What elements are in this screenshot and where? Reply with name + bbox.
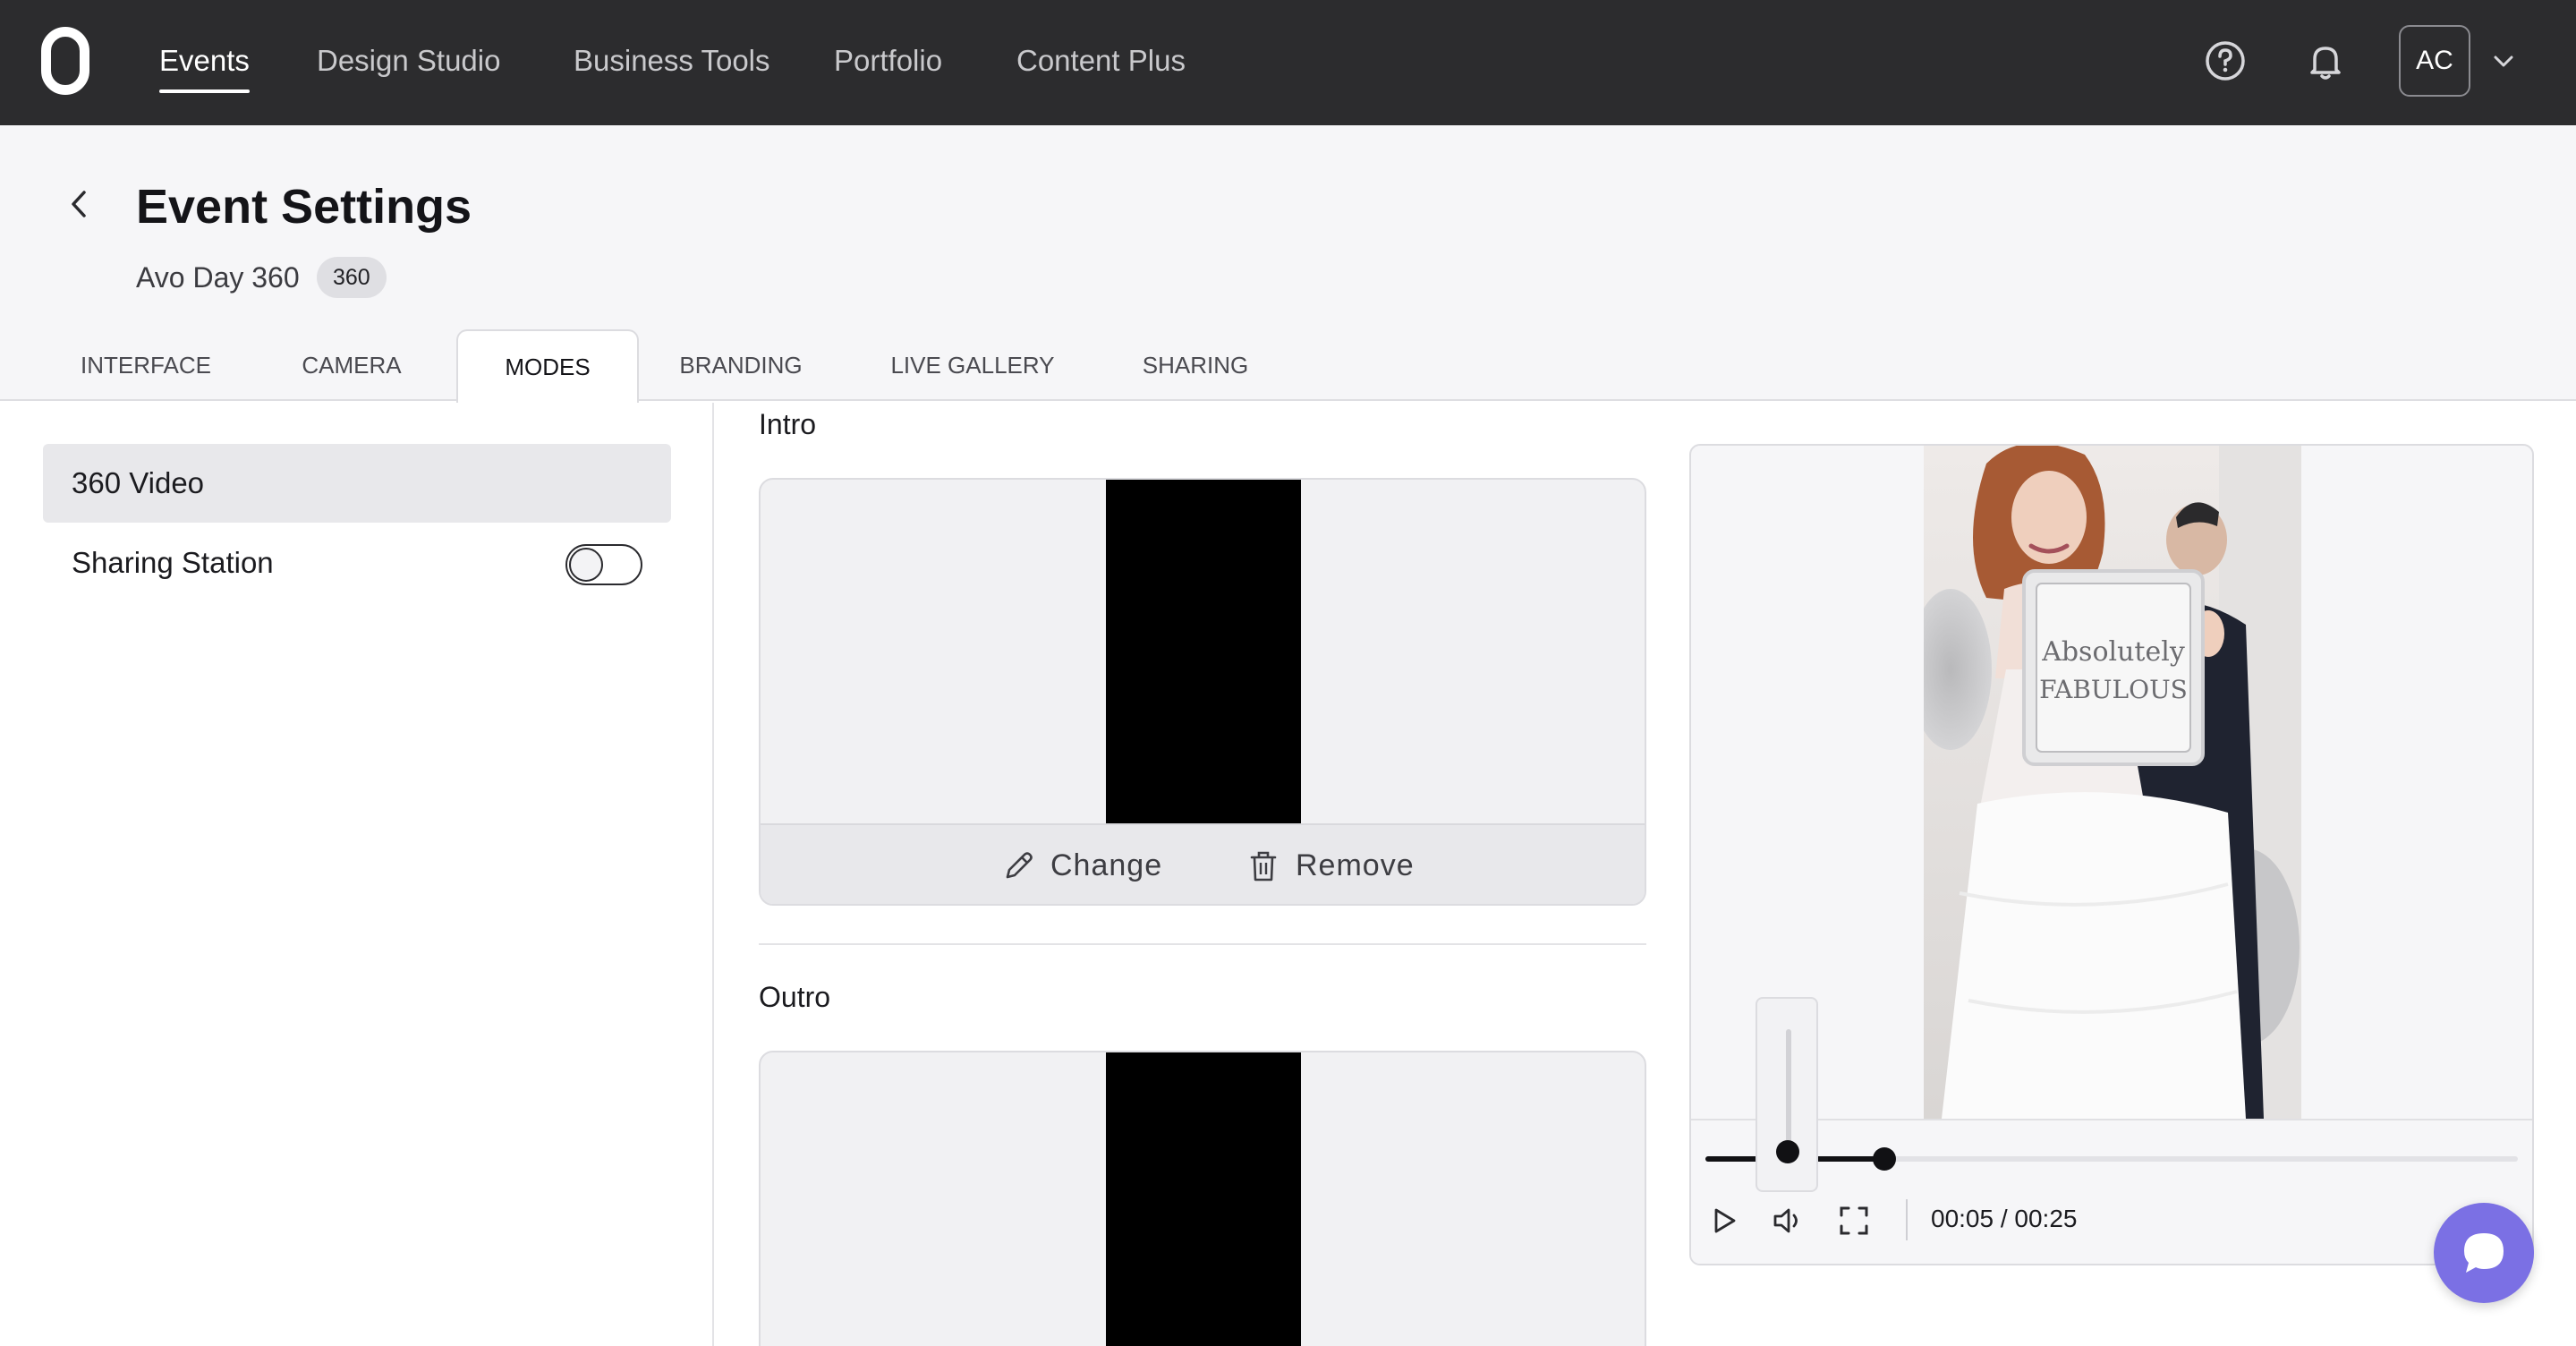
progress-handle[interactable]: [1872, 1147, 1896, 1171]
event-name: Avo Day 360: [136, 261, 300, 294]
bell-icon[interactable]: [2300, 36, 2351, 86]
controls-separator: [1906, 1199, 1908, 1240]
toggle-knob: [569, 548, 603, 582]
tab-modes[interactable]: MODES: [456, 329, 639, 403]
volume-icon[interactable]: [1770, 1203, 1806, 1239]
nav-item-design-studio[interactable]: Design Studio: [317, 41, 500, 81]
user-avatar[interactable]: AC: [2399, 25, 2470, 97]
preview-video-player: Absolutely FABULOUS 00:05 / 00:25: [1689, 444, 2534, 1265]
fullscreen-icon[interactable]: [1836, 1203, 1872, 1239]
intro-media-actions: Change Remove: [761, 823, 1645, 904]
sharing-station-toggle[interactable]: [565, 544, 642, 585]
intro-media-card: Change Remove: [759, 478, 1646, 906]
chevron-left-icon[interactable]: [63, 183, 95, 225]
mode-item-360-video[interactable]: 360 Video: [43, 444, 671, 523]
tab-live-gallery[interactable]: LIVE GALLERY: [886, 329, 1059, 401]
chat-launcher-button[interactable]: [2434, 1203, 2534, 1303]
play-icon[interactable]: [1705, 1203, 1741, 1239]
time-display: 00:05 / 00:25: [1931, 1205, 2078, 1232]
intro-video-thumbnail: [1106, 480, 1301, 825]
chat-bubble-icon: [2464, 1233, 2504, 1273]
top-navigation: Events Design Studio Business Tools Port…: [0, 0, 2576, 125]
progress-track[interactable]: [1705, 1147, 2518, 1171]
brand-logo[interactable]: [41, 27, 89, 95]
volume-handle[interactable]: [1776, 1140, 1799, 1163]
remove-label: Remove: [1296, 848, 1415, 882]
section-divider: [759, 943, 1646, 945]
page-title: Event Settings: [136, 180, 472, 234]
outro-video-thumbnail: [1106, 1052, 1301, 1346]
nav-item-portfolio[interactable]: Portfolio: [834, 41, 942, 81]
nav-item-business-tools[interactable]: Business Tools: [574, 41, 770, 81]
pencil-icon: [1006, 852, 1033, 879]
sign-text-line1: Absolutely: [2041, 636, 2185, 668]
remove-button[interactable]: Remove: [1245, 845, 1424, 886]
sign-text-line2: FABULOUS: [2039, 675, 2188, 704]
tab-branding[interactable]: BRANDING: [662, 329, 820, 401]
tab-interface[interactable]: INTERFACE: [52, 329, 240, 401]
outro-label: Outro: [759, 981, 831, 1013]
volume-slider-popup: [1756, 997, 1818, 1192]
video-still-image: Absolutely FABULOUS: [1924, 446, 2301, 1119]
tab-sharing[interactable]: SHARING: [1133, 329, 1258, 401]
change-label: Change: [1050, 848, 1163, 882]
preview-video-frame[interactable]: Absolutely FABULOUS: [1924, 446, 2301, 1119]
intro-label: Intro: [759, 408, 817, 440]
change-button[interactable]: Change: [1000, 845, 1161, 886]
outro-media-card: [759, 1051, 1646, 1346]
event-type-badge: 360: [317, 257, 387, 298]
chevron-down-icon[interactable]: [2489, 47, 2518, 75]
nav-item-events[interactable]: Events: [159, 41, 250, 93]
help-circle-icon[interactable]: [2200, 36, 2250, 86]
trash-icon: [1250, 851, 1277, 882]
nav-item-content-plus[interactable]: Content Plus: [1016, 41, 1186, 81]
tab-camera[interactable]: CAMERA: [270, 329, 433, 401]
